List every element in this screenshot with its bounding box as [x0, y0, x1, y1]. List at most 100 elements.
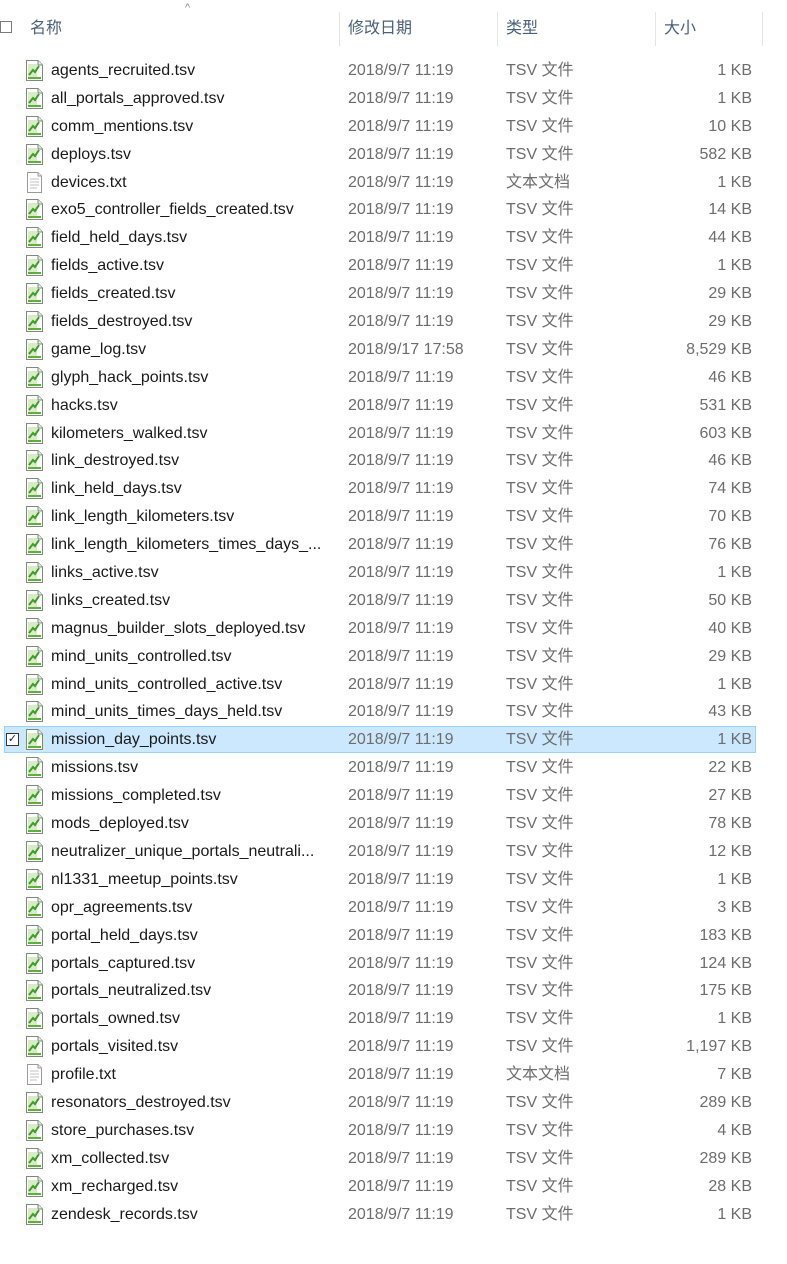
file-row[interactable]: profile.txt 2018/9/7 11:19 文本文档 7 KB	[0, 1061, 787, 1089]
file-row[interactable]: zendesk_records.tsv 2018/9/7 11:19 TSV 文件 1…	[0, 1201, 787, 1229]
file-name[interactable]: fields_active.tsv	[51, 252, 335, 280]
file-row[interactable]: field_held_days.tsv 2018/9/7 11:19 TSV 文件 4…	[0, 224, 787, 252]
file-name[interactable]: all_portals_approved.tsv	[51, 85, 335, 113]
file-row[interactable]: glyph_hack_points.tsv 2018/9/7 11:19 TSV 文…	[0, 364, 787, 392]
column-header-size[interactable]: 大小	[656, 8, 762, 50]
file-row[interactable]: missions.tsv 2018/9/7 11:19 TSV 文件 22 KB	[0, 754, 787, 782]
file-size: 124 KB	[699, 954, 752, 972]
file-name[interactable]: opr_agreements.tsv	[51, 894, 335, 922]
file-name[interactable]: portal_held_days.tsv	[51, 922, 335, 950]
file-name[interactable]: fields_created.tsv	[51, 280, 335, 308]
file-name[interactable]: agents_recruited.tsv	[51, 57, 335, 85]
file-row[interactable]: fields_destroyed.tsv 2018/9/7 11:19 TSV 文件…	[0, 308, 787, 336]
file-name[interactable]: comm_mentions.tsv	[51, 113, 335, 141]
file-row[interactable]: portals_neutralized.tsv 2018/9/7 11:19 TSV…	[0, 977, 787, 1005]
file-name[interactable]: hacks.tsv	[51, 392, 335, 420]
file-type: TSV 文件	[506, 480, 574, 498]
file-row[interactable]: kilometers_walked.tsv 2018/9/7 11:19 TSV 文…	[0, 420, 787, 448]
file-name[interactable]: mods_deployed.tsv	[51, 810, 335, 838]
file-row[interactable]: missions_completed.tsv 2018/9/7 11:19 TSV …	[0, 782, 787, 810]
file-name[interactable]: zendesk_records.tsv	[51, 1201, 335, 1229]
file-row[interactable]: opr_agreements.tsv 2018/9/7 11:19 TSV 文件 3 …	[0, 894, 787, 922]
file-name[interactable]: exo5_controller_fields_created.tsv	[51, 196, 335, 224]
column-divider[interactable]	[762, 12, 763, 46]
file-name[interactable]: portals_visited.tsv	[51, 1033, 335, 1061]
file-name[interactable]: kilometers_walked.tsv	[51, 420, 335, 448]
file-row[interactable]: fields_created.tsv 2018/9/7 11:19 TSV 文件 29…	[0, 280, 787, 308]
file-row[interactable]: fields_active.tsv 2018/9/7 11:19 TSV 文件 1 K…	[0, 252, 787, 280]
file-row[interactable]: mods_deployed.tsv 2018/9/7 11:19 TSV 文件 78 …	[0, 810, 787, 838]
file-name[interactable]: portals_neutralized.tsv	[51, 977, 335, 1005]
file-row[interactable]: portals_owned.tsv 2018/9/7 11:19 TSV 文件 1 K…	[0, 1005, 787, 1033]
file-name[interactable]: links_created.tsv	[51, 587, 335, 615]
column-header-name[interactable]: ^ 名称	[22, 2, 340, 50]
file-row[interactable]: all_portals_approved.tsv 2018/9/7 11:19 TS…	[0, 85, 787, 113]
text-file-icon	[25, 171, 44, 193]
file-row[interactable]: resonators_destroyed.tsv 2018/9/7 11:19 TS…	[0, 1089, 787, 1117]
file-name[interactable]: magnus_builder_slots_deployed.tsv	[51, 615, 335, 643]
select-all-checkbox[interactable]	[0, 21, 12, 33]
file-name[interactable]: links_active.tsv	[51, 559, 335, 587]
file-row-selected[interactable]: ✓ mission_day_points.tsv 2018/9/7 11:19 TSV…	[0, 726, 787, 754]
file-name[interactable]: mission_day_points.tsv	[51, 726, 335, 754]
file-row[interactable]: portal_held_days.tsv 2018/9/7 11:19 TSV 文件…	[0, 922, 787, 950]
file-name[interactable]: field_held_days.tsv	[51, 224, 335, 252]
file-name[interactable]: game_log.tsv	[51, 336, 335, 364]
file-name[interactable]: store_purchases.tsv	[51, 1117, 335, 1145]
file-row[interactable]: links_created.tsv 2018/9/7 11:19 TSV 文件 50 …	[0, 587, 787, 615]
file-name[interactable]: link_length_kilometers_times_days_...	[51, 531, 335, 559]
file-name[interactable]: mind_units_times_days_held.tsv	[51, 698, 335, 726]
row-checkbox-checked[interactable]: ✓	[6, 733, 19, 747]
file-name[interactable]: nl1331_meetup_points.tsv	[51, 866, 335, 894]
file-name[interactable]: portals_captured.tsv	[51, 950, 335, 978]
file-row[interactable]: neutralizer_unique_portals_neutrali... 20…	[0, 838, 787, 866]
file-name[interactable]: resonators_destroyed.tsv	[51, 1089, 335, 1117]
file-name[interactable]: missions_completed.tsv	[51, 782, 335, 810]
column-header-type[interactable]: 类型	[498, 8, 656, 50]
file-name[interactable]: mind_units_controlled_active.tsv	[51, 671, 335, 699]
file-row[interactable]: xm_recharged.tsv 2018/9/7 11:19 TSV 文件 28 K…	[0, 1173, 787, 1201]
file-name[interactable]: portals_owned.tsv	[51, 1005, 335, 1033]
file-name[interactable]: deploys.tsv	[51, 141, 335, 169]
file-row[interactable]: xm_collected.tsv 2018/9/7 11:19 TSV 文件 289 …	[0, 1145, 787, 1173]
file-row[interactable]: link_held_days.tsv 2018/9/7 11:19 TSV 文件 74…	[0, 475, 787, 503]
file-row[interactable]: nl1331_meetup_points.tsv 2018/9/7 11:19 TS…	[0, 866, 787, 894]
file-row[interactable]: portals_visited.tsv 2018/9/7 11:19 TSV 文件 1…	[0, 1033, 787, 1061]
file-type: TSV 文件	[506, 1010, 574, 1028]
file-size: 1 KB	[717, 731, 752, 749]
file-row[interactable]: store_purchases.tsv 2018/9/7 11:19 TSV 文件 4…	[0, 1117, 787, 1145]
file-name[interactable]: xm_recharged.tsv	[51, 1173, 335, 1201]
file-row[interactable]: magnus_builder_slots_deployed.tsv 2018/9/…	[0, 615, 787, 643]
file-name[interactable]: neutralizer_unique_portals_neutrali...	[51, 838, 335, 866]
file-row[interactable]: mind_units_times_days_held.tsv 2018/9/7 1…	[0, 698, 787, 726]
file-name[interactable]: xm_collected.tsv	[51, 1145, 335, 1173]
file-name[interactable]: link_destroyed.tsv	[51, 447, 335, 475]
file-name[interactable]: glyph_hack_points.tsv	[51, 364, 335, 392]
file-name[interactable]: missions.tsv	[51, 754, 335, 782]
file-name[interactable]: devices.txt	[51, 169, 335, 197]
file-name[interactable]: mind_units_controlled.tsv	[51, 643, 335, 671]
column-header-date[interactable]: 修改日期	[340, 8, 498, 50]
file-row[interactable]: mind_units_controlled.tsv 2018/9/7 11:19 T…	[0, 643, 787, 671]
file-size: 8,529 KB	[686, 340, 752, 358]
file-row[interactable]: portals_captured.tsv 2018/9/7 11:19 TSV 文件…	[0, 950, 787, 978]
file-name[interactable]: profile.txt	[51, 1061, 335, 1089]
file-name[interactable]: link_held_days.tsv	[51, 475, 335, 503]
file-type: TSV 文件	[506, 62, 574, 79]
file-name[interactable]: fields_destroyed.tsv	[51, 308, 335, 336]
file-name[interactable]: link_length_kilometers.tsv	[51, 503, 335, 531]
file-row[interactable]: link_destroyed.tsv 2018/9/7 11:19 TSV 文件 46…	[0, 447, 787, 475]
file-row[interactable]: mind_units_controlled_active.tsv 2018/9/7…	[0, 671, 787, 699]
file-row[interactable]: comm_mentions.tsv 2018/9/7 11:19 TSV 文件 10 …	[0, 113, 787, 141]
file-row[interactable]: game_log.tsv 2018/9/17 17:58 TSV 文件 8,529 K…	[0, 336, 787, 364]
file-row[interactable]: deploys.tsv 2018/9/7 11:19 TSV 文件 582 KB	[0, 141, 787, 169]
file-row[interactable]: hacks.tsv 2018/9/7 11:19 TSV 文件 531 KB	[0, 392, 787, 420]
file-row[interactable]: link_length_kilometers_times_days_... 201…	[0, 531, 787, 559]
file-row[interactable]: devices.txt 2018/9/7 11:19 文本文档 1 KB	[0, 169, 787, 197]
file-row[interactable]: links_active.tsv 2018/9/7 11:19 TSV 文件 1 KB	[0, 559, 787, 587]
file-row[interactable]: link_length_kilometers.tsv 2018/9/7 11:19…	[0, 503, 787, 531]
file-modified-date: 2018/9/7 11:19	[348, 201, 454, 219]
tsv-file-icon	[25, 785, 44, 807]
file-row[interactable]: exo5_controller_fields_created.tsv 2018/9…	[0, 196, 787, 224]
file-row[interactable]: agents_recruited.tsv 2018/9/7 11:19 TSV 文件…	[0, 57, 787, 85]
